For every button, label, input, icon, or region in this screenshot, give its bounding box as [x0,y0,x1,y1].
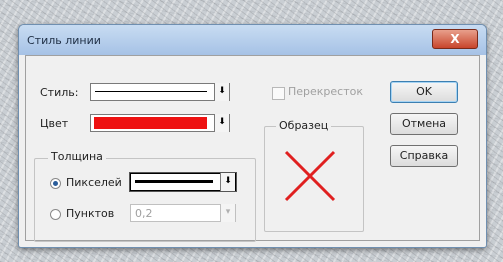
color-swatch [94,117,207,129]
dropdown-arrow-icon[interactable]: ⬇ [214,114,229,132]
line-sample-preview [284,150,336,202]
dropdown-arrow-icon[interactable]: ▾ [220,204,235,222]
dialog-body: Стиль: ⬇ Цвет ⬇ Перекресток Образец Толщ… [25,55,480,242]
sample-label: Образец [276,119,332,132]
thickness-label: Толщина [48,150,106,163]
cancel-button[interactable]: Отмена [390,113,458,135]
points-label: Пунктов [66,207,115,220]
style-combo[interactable]: ⬇ [90,83,230,101]
window-title: Стиль линии [27,34,101,47]
points-thickness-combo[interactable]: 0,2 ▾ [130,204,236,222]
pixels-radio[interactable] [50,178,61,189]
points-radio[interactable] [50,209,61,220]
style-label: Стиль: [40,86,79,99]
help-button[interactable]: Справка [390,145,458,167]
color-combo[interactable]: ⬇ [90,114,230,132]
thickness-groupbox [34,158,256,242]
title-bar[interactable]: Стиль линии X [19,25,486,55]
thickness-preview [135,180,213,183]
pixels-thickness-combo[interactable]: ⬇ [130,173,236,191]
pixels-label: Пикселей [66,176,122,189]
dropdown-arrow-icon[interactable]: ⬇ [220,173,235,191]
ok-button[interactable]: OK [390,81,458,103]
color-label: Цвет [40,117,69,130]
points-value: 0,2 [135,207,153,220]
close-button[interactable]: X [432,29,478,49]
close-icon: X [450,32,460,46]
intersections-label: Перекресток [288,85,364,98]
line-style-preview [95,91,207,92]
line-style-dialog: Стиль линии X Стиль: ⬇ Цвет ⬇ Перекресто… [18,24,487,248]
dropdown-arrow-icon[interactable]: ⬇ [214,83,229,101]
intersections-checkbox[interactable] [272,87,285,100]
